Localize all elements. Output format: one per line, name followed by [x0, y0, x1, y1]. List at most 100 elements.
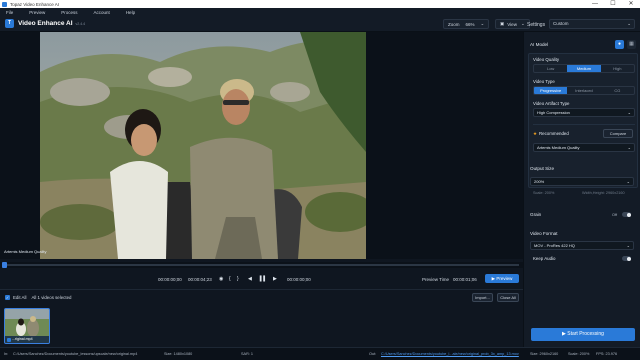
type-cg[interactable]: CG — [601, 87, 634, 94]
view-label: View — [507, 21, 517, 27]
video-frame[interactable] — [40, 32, 366, 259]
compare-button[interactable]: Compare — [603, 129, 633, 138]
output-size-value: 200% — [534, 179, 545, 184]
output-size: Size: 2960x2160 — [530, 352, 559, 356]
thumbnail-checkbox[interactable] — [7, 337, 11, 342]
video-thumbnail-list: ...riginal.mp4 — [0, 306, 523, 346]
settings-panel: AI Model ● ▦ Video Quality Low Medium Hi… — [523, 32, 640, 347]
video-list-bar: ✓ Edit All All 1 videos selected Import.… — [0, 289, 523, 305]
settings-label: Settings — [527, 22, 546, 28]
next-frame-icon[interactable]: ▶ — [273, 276, 277, 282]
app-icon — [2, 1, 7, 7]
menu-help[interactable]: Help — [126, 10, 135, 15]
preview-time-value[interactable]: 00:00:01;06 — [453, 277, 477, 282]
menu-account[interactable]: Account — [94, 10, 110, 15]
thumbnail-caption: ...riginal.mp4 — [5, 336, 49, 343]
video-type-label: Video Type — [533, 79, 555, 84]
video-frame-image — [40, 32, 366, 259]
current-time[interactable]: 00:00:04;23 — [188, 277, 212, 282]
output-path-link[interactable]: C:/Users/Sanchez/Documents/youtube_l...a… — [381, 352, 519, 356]
artifact-type-value: High Compression — [537, 110, 570, 115]
scale-readout: Scale: 200% — [533, 191, 555, 195]
keep-audio-toggle[interactable] — [622, 256, 631, 261]
play-icon[interactable]: ▐▐ — [258, 276, 265, 282]
mark-in-icon[interactable]: { — [229, 276, 231, 282]
prev-frame-icon[interactable]: ◀ — [248, 276, 252, 282]
type-progressive[interactable]: Progressive — [534, 87, 568, 94]
chevron-down-icon: ⌄ — [627, 145, 631, 150]
camera-icon[interactable]: ◉ — [219, 276, 223, 282]
minimize-button[interactable]: — — [586, 0, 604, 8]
chevron-down-icon: ⌄ — [480, 21, 485, 26]
quality-medium[interactable]: Medium — [567, 65, 601, 72]
artifact-type-dropdown[interactable]: High Compression ⌄ — [533, 108, 635, 117]
chevron-down-icon: ⌄ — [627, 110, 631, 115]
chevron-down-icon: ⌄ — [627, 21, 631, 26]
width-height-readout: Width,Height: 2960x2160 — [582, 191, 625, 195]
input-path: C:/Users/Sanchez/Documents/youtube_lesso… — [13, 352, 138, 356]
close-all-button[interactable]: Close All — [497, 293, 519, 302]
window-titlebar: Topaz Video Enhance AI — ☐ ✕ — [0, 0, 640, 8]
window-controls: — ☐ ✕ — [586, 0, 640, 8]
model-overlay-label: Artemis Medium Quality — [4, 249, 47, 254]
import-button[interactable]: Import... — [472, 293, 493, 302]
chevron-down-icon: ⌄ — [520, 21, 525, 26]
recommended-star-icon: ★ — [533, 131, 537, 136]
video-format-value: MOV - ProRes 422 HQ — [534, 243, 575, 248]
grain-label: Grain — [530, 212, 542, 217]
output-fps: FPS: 23.976 — [596, 352, 618, 356]
type-interlaced[interactable]: Interlaced — [567, 87, 600, 94]
timeline-playhead[interactable] — [2, 262, 7, 268]
pin-icon[interactable]: ● — [615, 40, 624, 49]
video-type-selector[interactable]: Progressive Interlaced CG — [533, 86, 635, 95]
video-quality-selector[interactable]: Low Medium High — [533, 64, 635, 73]
divider — [533, 124, 635, 125]
artifact-type-label: Video Artifact Type — [533, 101, 570, 106]
start-processing-label: Start Processing — [567, 331, 604, 337]
keep-audio-label: Keep Audio — [533, 256, 556, 261]
menu-preview[interactable]: Preview — [29, 10, 45, 15]
app-version: v2.4.4 — [75, 21, 86, 26]
menu-process[interactable]: Process — [61, 10, 77, 15]
output-scale: Scale: 200% — [568, 352, 590, 356]
zoom-label: Zoom — [448, 21, 460, 27]
maximize-button[interactable]: ☐ — [604, 0, 622, 8]
menu-file[interactable]: File — [6, 10, 13, 15]
mark-out-icon[interactable]: } — [237, 276, 239, 282]
start-processing-button[interactable]: ▶ Start Processing — [531, 328, 635, 341]
transport-bar: 00:00:00;00 00:00:04;23 ◉ { } ◀ ▐▐ ▶ 00:… — [0, 271, 523, 287]
preview-button-label: Preview — [496, 276, 513, 281]
preview-button[interactable]: ▶ Preview — [485, 274, 519, 283]
view-icon: ▣ — [500, 21, 505, 26]
quality-high[interactable]: High — [601, 65, 634, 72]
timeline-scrubber[interactable] — [0, 262, 523, 268]
close-window-button[interactable]: ✕ — [622, 0, 640, 8]
start-time[interactable]: 00:00:00;00 — [158, 277, 182, 282]
grain-toggle[interactable] — [622, 212, 631, 217]
video-quality-label: Video Quality — [533, 57, 560, 62]
window-title: Topaz Video Enhance AI — [10, 1, 59, 7]
video-format-dropdown[interactable]: MOV - ProRes 422 HQ ⌄ — [530, 241, 634, 250]
ai-model-title: AI Model — [530, 42, 549, 47]
edit-all-checkbox[interactable]: ✓ — [5, 295, 10, 300]
zoom-control[interactable]: Zoom 66% ⌄ — [443, 19, 490, 29]
preview-time-label: Preview Time — [422, 277, 450, 282]
view-dropdown[interactable]: ▣ View ⌄ — [495, 19, 530, 29]
quality-low[interactable]: Low — [534, 65, 567, 72]
chevron-down-icon: ⌄ — [626, 179, 630, 184]
end-time[interactable]: 00:00:00;00 — [287, 277, 311, 282]
grid-icon[interactable]: ▦ — [627, 40, 636, 49]
video-thumbnail[interactable]: ...riginal.mp4 — [4, 308, 50, 344]
video-format-title: Video Format — [530, 231, 558, 236]
settings-preset-dropdown[interactable]: Custom ⌄ — [549, 19, 635, 29]
recommended-label: Recommended — [539, 131, 569, 136]
ai-model-dropdown[interactable]: Artemis Medium Quality ⌄ — [533, 143, 635, 152]
zoom-value: 66% — [465, 21, 475, 27]
grain-state: Off — [612, 213, 617, 217]
selected-count: All 1 videos selected — [31, 295, 72, 300]
settings-preset-value: Custom — [553, 21, 569, 26]
app-name: Video Enhance AI — [18, 20, 73, 27]
input-label: In: — [4, 352, 9, 356]
output-size-dropdown[interactable]: 200% ⌄ — [530, 177, 634, 186]
timeline-track[interactable] — [4, 264, 519, 266]
